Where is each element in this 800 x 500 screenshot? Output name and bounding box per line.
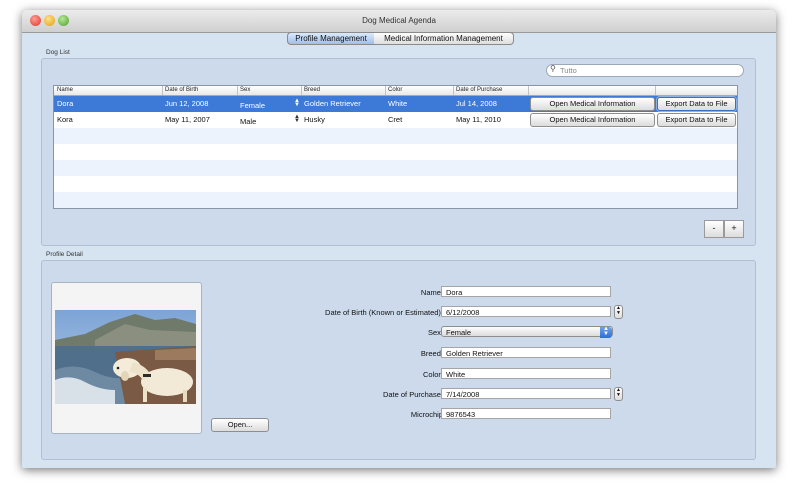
empty-row — [54, 144, 737, 160]
empty-row — [54, 176, 737, 192]
open-medical-information-button[interactable]: Open Medical Information — [530, 113, 655, 127]
column-header-sex[interactable]: Sex — [240, 87, 250, 93]
tab-medical-information-management[interactable]: Medical Information Management — [374, 32, 514, 45]
add-dog-button[interactable]: + — [724, 220, 744, 238]
name-label: Name: — [420, 288, 443, 297]
profile-detail-group-label: Profile Detail — [46, 251, 83, 258]
cell-date-of-purchase: Jul 14, 2008 — [456, 99, 497, 108]
date-of-purchase-stepper-icon[interactable]: ▲ ▼ — [614, 387, 623, 401]
column-header-color[interactable]: Color — [388, 87, 402, 93]
empty-row — [54, 128, 737, 144]
cell-breed: Husky — [304, 115, 325, 124]
chevron-up-down-icon: ▲ ▼ — [600, 326, 612, 338]
cell-sex[interactable]: Female — [240, 101, 265, 110]
cell-sex[interactable]: Male — [240, 117, 256, 126]
dog-photo — [55, 310, 196, 404]
cell-name: Kora — [57, 115, 73, 124]
color-label: Color: — [422, 370, 443, 379]
export-data-button[interactable]: Export Data to File — [657, 97, 736, 111]
cell-color: Cret — [388, 115, 403, 124]
breed-label: Breed: — [420, 349, 443, 358]
table-row[interactable]: Dora Jun 12, 2008 Female ▲ ▼ Golden Retri… — [54, 96, 737, 112]
microchip-label: Microchip — [410, 410, 443, 419]
column-header-name[interactable]: Name — [57, 87, 73, 93]
cell-date-of-purchase: May 11, 2010 — [456, 115, 501, 124]
search-placeholder: Tutto — [560, 66, 577, 75]
sex-stepper-icon[interactable]: ▲ ▼ — [294, 98, 300, 108]
date-of-birth-field[interactable]: 6/12/2008 — [441, 306, 611, 317]
column-header-date-of-birth[interactable]: Date of Birth — [165, 87, 198, 93]
open-photo-button[interactable]: Open... — [211, 418, 269, 432]
cell-breed: Golden Retriever — [304, 99, 361, 108]
tab-profile-management[interactable]: Profile Management — [287, 32, 375, 45]
cell-date-of-birth: May 11, 2007 — [165, 115, 210, 124]
dog-list-table: Name Date of Birth Sex Breed Color Date … — [53, 85, 738, 209]
microchip-field[interactable]: 9876543 — [441, 408, 611, 419]
search-icon: ⚲ — [550, 64, 556, 73]
date-of-purchase-field[interactable]: 7/14/2008 — [441, 388, 611, 399]
column-header-date-of-purchase[interactable]: Date of Purchase — [456, 87, 502, 93]
cell-date-of-birth: Jun 12, 2008 — [165, 99, 209, 108]
dog-photo-frame — [51, 282, 202, 434]
empty-row — [54, 192, 737, 208]
breed-field[interactable]: Golden Retriever — [441, 347, 611, 358]
date-of-purchase-label: Date of Purchase: — [382, 390, 443, 399]
color-field[interactable]: White — [441, 368, 611, 379]
dog-list-group-label: Dog List — [46, 49, 70, 56]
open-medical-information-button[interactable]: Open Medical Information — [530, 97, 655, 111]
column-header-breed[interactable]: Breed — [304, 87, 320, 93]
export-data-button[interactable]: Export Data to File — [657, 113, 736, 127]
table-row[interactable]: Kora May 11, 2007 Male ▲ ▼ Husky Cret May… — [54, 112, 737, 128]
title-bar: Dog Medical Agenda — [22, 10, 776, 33]
table-header: Name Date of Birth Sex Breed Color Date … — [54, 86, 737, 96]
window-title: Dog Medical Agenda — [362, 16, 436, 25]
date-of-birth-stepper-icon[interactable]: ▲ ▼ — [614, 305, 623, 319]
cell-color: White — [388, 99, 408, 108]
empty-row — [54, 160, 737, 176]
search-field[interactable]: ⚲ Tutto — [546, 64, 744, 77]
date-of-birth-label: Date of Birth (Known or Estimated): — [325, 308, 443, 317]
sex-select[interactable]: Female ▲ ▼ — [441, 326, 613, 338]
remove-dog-button[interactable]: - — [704, 220, 724, 238]
sex-select-value: Female — [446, 328, 472, 337]
name-field[interactable]: Dora — [441, 286, 611, 297]
cell-name: Dora — [57, 99, 74, 108]
sex-stepper-icon[interactable]: ▲ ▼ — [294, 114, 300, 124]
